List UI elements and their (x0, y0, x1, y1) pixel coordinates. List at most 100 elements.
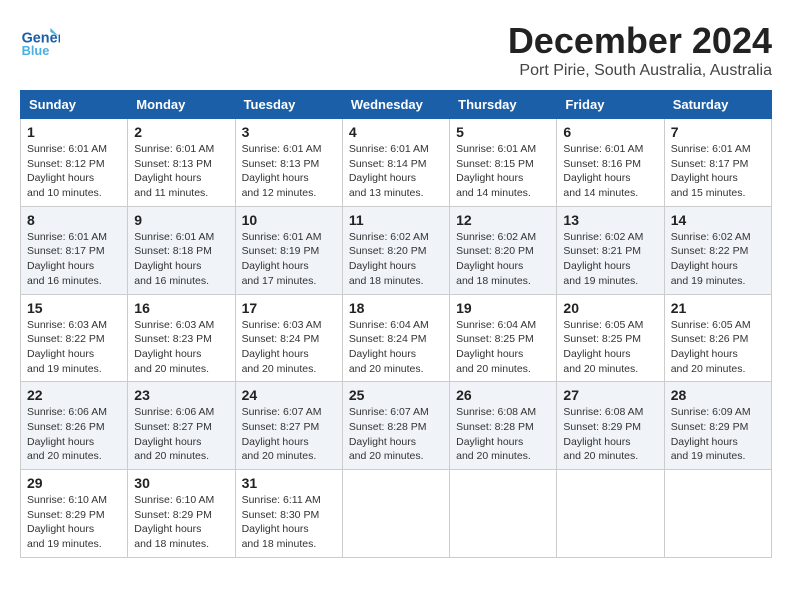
day-number: 12 (456, 212, 550, 228)
table-row: 27 Sunrise: 6:08 AMSunset: 8:29 PMDayligh… (557, 382, 664, 470)
day-number: 10 (242, 212, 336, 228)
day-number: 18 (349, 300, 443, 316)
table-row: 15 Sunrise: 6:03 AMSunset: 8:22 PMDayligh… (21, 294, 128, 382)
day-number: 19 (456, 300, 550, 316)
table-row: 17 Sunrise: 6:03 AMSunset: 8:24 PMDayligh… (235, 294, 342, 382)
day-info: Sunrise: 6:06 AMSunset: 8:26 PMDaylight … (27, 405, 121, 464)
calendar-table: Sunday Monday Tuesday Wednesday Thursday… (20, 90, 772, 558)
day-info: Sunrise: 6:01 AMSunset: 8:14 PMDaylight … (349, 142, 443, 201)
day-number: 31 (242, 475, 336, 491)
table-row: 5 Sunrise: 6:01 AMSunset: 8:15 PMDaylight… (450, 119, 557, 207)
day-number: 24 (242, 387, 336, 403)
day-number: 22 (27, 387, 121, 403)
col-saturday: Saturday (664, 91, 771, 119)
day-info: Sunrise: 6:09 AMSunset: 8:29 PMDaylight … (671, 405, 765, 464)
table-row: 11Sunrise: 6:02 AMSunset: 8:20 PMDayligh… (342, 206, 449, 294)
table-row: 22 Sunrise: 6:06 AMSunset: 8:26 PMDayligh… (21, 382, 128, 470)
day-number: 5 (456, 124, 550, 140)
day-info: Sunrise: 6:01 AMSunset: 8:16 PMDaylight … (563, 142, 657, 201)
day-info: Sunrise: 6:03 AMSunset: 8:24 PMDaylight … (242, 318, 336, 377)
col-friday: Friday (557, 91, 664, 119)
day-number: 9 (134, 212, 228, 228)
calendar-subtitle: Port Pirie, South Australia, Australia (508, 62, 772, 80)
table-row: 25Sunrise: 6:07 AMSunset: 8:28 PMDayligh… (342, 382, 449, 470)
table-row (557, 470, 664, 558)
day-info: Sunrise: 6:02 AMSunset: 8:22 PMDaylight … (671, 230, 765, 289)
day-info: Sunrise: 6:02 AMSunset: 8:20 PMDaylight … (349, 230, 443, 289)
table-row: 29 Sunrise: 6:10 AMSunset: 8:29 PMDayligh… (21, 470, 128, 558)
day-number: 14 (671, 212, 765, 228)
table-row (450, 470, 557, 558)
calendar-title: December 2024 (508, 20, 772, 62)
table-row: 16 Sunrise: 6:03 AMSunset: 8:23 PMDayligh… (128, 294, 235, 382)
week-row-5: 29 Sunrise: 6:10 AMSunset: 8:29 PMDayligh… (21, 470, 772, 558)
table-row: 31 Sunrise: 6:11 AMSunset: 8:30 PMDayligh… (235, 470, 342, 558)
table-row: 10 Sunrise: 6:01 AMSunset: 8:19 PMDayligh… (235, 206, 342, 294)
day-info: Sunrise: 6:07 AMSunset: 8:28 PMDaylight … (349, 405, 443, 464)
day-info: Sunrise: 6:03 AMSunset: 8:22 PMDaylight … (27, 318, 121, 377)
day-number: 15 (27, 300, 121, 316)
week-row-1: 1 Sunrise: 6:01 AMSunset: 8:12 PMDaylight… (21, 119, 772, 207)
day-number: 17 (242, 300, 336, 316)
day-number: 30 (134, 475, 228, 491)
day-number: 23 (134, 387, 228, 403)
table-row: 9 Sunrise: 6:01 AMSunset: 8:18 PMDaylight… (128, 206, 235, 294)
col-monday: Monday (128, 91, 235, 119)
day-info: Sunrise: 6:01 AMSunset: 8:15 PMDaylight … (456, 142, 550, 201)
day-number: 7 (671, 124, 765, 140)
header: General Blue December 2024 Port Pirie, S… (20, 20, 772, 80)
table-row: 2 Sunrise: 6:01 AMSunset: 8:13 PMDaylight… (128, 119, 235, 207)
day-info: Sunrise: 6:01 AMSunset: 8:18 PMDaylight … (134, 230, 228, 289)
table-row: 20Sunrise: 6:05 AMSunset: 8:25 PMDayligh… (557, 294, 664, 382)
day-number: 27 (563, 387, 657, 403)
day-info: Sunrise: 6:05 AMSunset: 8:25 PMDaylight … (563, 318, 657, 377)
table-row (664, 470, 771, 558)
logo: General Blue (20, 20, 64, 60)
day-number: 28 (671, 387, 765, 403)
day-info: Sunrise: 6:01 AMSunset: 8:13 PMDaylight … (134, 142, 228, 201)
table-row: 21 Sunrise: 6:05 AMSunset: 8:26 PMDayligh… (664, 294, 771, 382)
day-number: 13 (563, 212, 657, 228)
day-number: 21 (671, 300, 765, 316)
day-info: Sunrise: 6:03 AMSunset: 8:23 PMDaylight … (134, 318, 228, 377)
table-row: 18 Sunrise: 6:04 AMSunset: 8:24 PMDayligh… (342, 294, 449, 382)
day-info: Sunrise: 6:05 AMSunset: 8:26 PMDaylight … (671, 318, 765, 377)
day-info: Sunrise: 6:08 AMSunset: 8:28 PMDaylight … (456, 405, 550, 464)
week-row-3: 15 Sunrise: 6:03 AMSunset: 8:22 PMDayligh… (21, 294, 772, 382)
day-number: 6 (563, 124, 657, 140)
table-row: 28 Sunrise: 6:09 AMSunset: 8:29 PMDayligh… (664, 382, 771, 470)
day-number: 3 (242, 124, 336, 140)
day-info: Sunrise: 6:10 AMSunset: 8:29 PMDaylight … (27, 493, 121, 552)
day-number: 16 (134, 300, 228, 316)
col-thursday: Thursday (450, 91, 557, 119)
day-info: Sunrise: 6:02 AMSunset: 8:20 PMDaylight … (456, 230, 550, 289)
title-area: December 2024 Port Pirie, South Australi… (508, 20, 772, 80)
day-number: 2 (134, 124, 228, 140)
day-info: Sunrise: 6:11 AMSunset: 8:30 PMDaylight … (242, 493, 336, 552)
day-info: Sunrise: 6:01 AMSunset: 8:13 PMDaylight … (242, 142, 336, 201)
table-row: 24 Sunrise: 6:07 AMSunset: 8:27 PMDayligh… (235, 382, 342, 470)
day-info: Sunrise: 6:08 AMSunset: 8:29 PMDaylight … (563, 405, 657, 464)
day-info: Sunrise: 6:02 AMSunset: 8:21 PMDaylight … (563, 230, 657, 289)
header-row: Sunday Monday Tuesday Wednesday Thursday… (21, 91, 772, 119)
day-info: Sunrise: 6:10 AMSunset: 8:29 PMDaylight … (134, 493, 228, 552)
table-row: 3 Sunrise: 6:01 AMSunset: 8:13 PMDaylight… (235, 119, 342, 207)
table-row: 1 Sunrise: 6:01 AMSunset: 8:12 PMDaylight… (21, 119, 128, 207)
table-row: 30 Sunrise: 6:10 AMSunset: 8:29 PMDayligh… (128, 470, 235, 558)
col-wednesday: Wednesday (342, 91, 449, 119)
table-row: 23 Sunrise: 6:06 AMSunset: 8:27 PMDayligh… (128, 382, 235, 470)
table-row: 14 Sunrise: 6:02 AMSunset: 8:22 PMDayligh… (664, 206, 771, 294)
col-tuesday: Tuesday (235, 91, 342, 119)
day-info: Sunrise: 6:01 AMSunset: 8:17 PMDaylight … (671, 142, 765, 201)
day-info: Sunrise: 6:01 AMSunset: 8:12 PMDaylight … (27, 142, 121, 201)
day-info: Sunrise: 6:01 AMSunset: 8:19 PMDaylight … (242, 230, 336, 289)
day-number: 8 (27, 212, 121, 228)
day-number: 29 (27, 475, 121, 491)
day-info: Sunrise: 6:07 AMSunset: 8:27 PMDaylight … (242, 405, 336, 464)
day-info: Sunrise: 6:04 AMSunset: 8:24 PMDaylight … (349, 318, 443, 377)
day-info: Sunrise: 6:06 AMSunset: 8:27 PMDaylight … (134, 405, 228, 464)
table-row: 12 Sunrise: 6:02 AMSunset: 8:20 PMDayligh… (450, 206, 557, 294)
day-number: 1 (27, 124, 121, 140)
day-info: Sunrise: 6:04 AMSunset: 8:25 PMDaylight … (456, 318, 550, 377)
svg-text:Blue: Blue (22, 43, 50, 58)
